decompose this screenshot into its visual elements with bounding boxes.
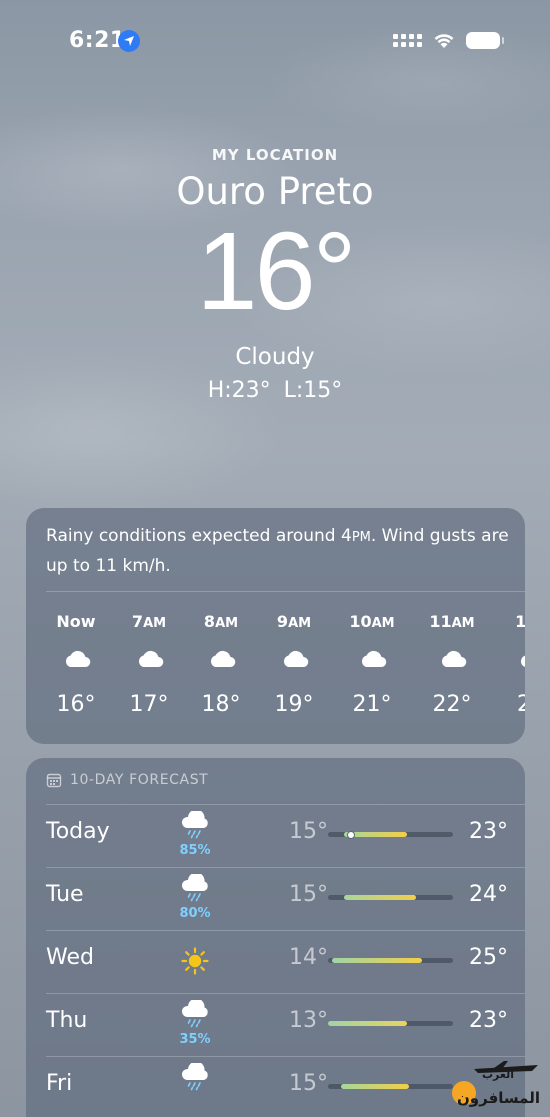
day-name: Fri: [46, 1071, 73, 1096]
temperature-range-fill: [340, 1084, 410, 1089]
temperature-range-track: [328, 895, 453, 900]
status-bar: 6:21: [0, 0, 550, 80]
precipitation-chance: 35%: [179, 1032, 211, 1047]
day-name: Today: [46, 819, 110, 844]
cloud-icon: [361, 650, 387, 668]
hour-icon-wrap: [62, 647, 92, 671]
day-low-temperature: 14°: [289, 945, 328, 970]
day-low-temperature: 15°: [289, 882, 328, 907]
rain-cloud-icon: [181, 1061, 208, 1091]
hour-icon-wrap: [517, 647, 525, 671]
forecast-day-row[interactable]: Thu 35% 13° 23°: [26, 994, 525, 1057]
day-icon-wrap: [178, 872, 212, 902]
temperature-range-fill: [331, 958, 422, 963]
day-high-temperature: 23°: [469, 1008, 508, 1033]
hour-suffix: AM: [451, 616, 475, 631]
hour-temperature: 19°: [274, 692, 314, 717]
day-low-temperature: 13°: [289, 1008, 328, 1033]
cloud-icon: [283, 650, 309, 668]
current-temperature: 16°: [196, 210, 356, 333]
temperature-range-fill: [328, 1021, 407, 1026]
day-icon-wrap: [178, 998, 212, 1028]
calendar-icon: [46, 773, 62, 788]
day-high-temperature: 24°: [469, 882, 508, 907]
hour-temperature: 17°: [129, 692, 169, 717]
current-temperature-dot: [346, 830, 355, 839]
hour-suffix: AM: [371, 616, 395, 631]
hour-temperature: 18°: [201, 692, 241, 717]
forecast-day-row[interactable]: Wed 14° 25°: [26, 931, 525, 994]
cloud-icon: [138, 650, 164, 668]
cloud-icon: [520, 655, 525, 667]
cloud-icon: [441, 650, 467, 668]
hour-temperature: 22: [517, 692, 525, 717]
temperature-range-track: [328, 958, 453, 963]
forecast-day-row[interactable]: Tue 80% 15° 24°: [26, 868, 525, 931]
hourly-forecast-card[interactable]: Rainy conditions expected around 4PM. Wi…: [26, 508, 525, 744]
hour-temperature: 22°: [432, 692, 472, 717]
hour-temperature: 21°: [352, 692, 392, 717]
hour-time: Now: [56, 612, 96, 631]
hour-time: 7AM: [131, 612, 167, 631]
hour-icon-wrap: [438, 647, 468, 671]
city-name: Ouro Preto: [176, 170, 374, 213]
hour-icon-wrap: [135, 647, 165, 671]
day-name: Tue: [46, 882, 84, 907]
cloud-icon: [210, 650, 236, 668]
forecast-day-row[interactable]: Today 85% 15° 23°: [26, 805, 525, 868]
temperature-range-track: [328, 830, 453, 839]
hour-suffix: AM: [215, 616, 239, 631]
cloud-icon: [65, 650, 91, 668]
forecast-header: 10-DAY FORECAST: [46, 772, 208, 788]
hour-suffix: AM: [143, 616, 167, 631]
battery-icon: [466, 31, 504, 49]
temperature-range-fill: [344, 895, 416, 900]
day-icon-wrap: [178, 809, 212, 839]
watermark-logo: العرب المسافرون: [434, 1059, 544, 1111]
day-name: Wed: [46, 945, 94, 970]
hour-icon-wrap: [358, 647, 388, 671]
hour-icon-wrap: [207, 647, 237, 671]
day-name: Thu: [46, 1008, 88, 1033]
wifi-icon: [434, 34, 454, 48]
hourly-scroller[interactable]: Now 16° 7AM 17° 8AM 18° 9AM 19° 10AM 21° 11AM 22° 1 2…: [26, 604, 525, 734]
hour-temperature: 16°: [56, 692, 96, 717]
precipitation-chance: 85%: [179, 843, 211, 858]
rain-cloud-icon: [181, 998, 208, 1028]
weather-condition: Cloudy: [235, 344, 315, 370]
rain-cloud-icon: [181, 872, 208, 902]
day-low-temperature: 15°: [289, 819, 328, 844]
day-high-temperature: 25°: [469, 945, 508, 970]
hour-time: 11AM: [429, 612, 475, 631]
hour-time: 8AM: [203, 612, 239, 631]
day-icon-wrap: [178, 947, 212, 975]
card-divider: [46, 591, 525, 592]
day-low-temperature: 15°: [289, 1071, 328, 1096]
my-location-label: MY LOCATION: [211, 146, 339, 164]
location-arrow-icon: [118, 30, 140, 52]
temperature-range-track: [328, 1021, 453, 1026]
hour-time: 10AM: [349, 612, 395, 631]
high-low-temperature: H:23° L:15°: [207, 378, 343, 403]
hour-icon-wrap: [280, 647, 310, 671]
cellular-signal-icon: [393, 33, 422, 47]
weather-summary: Rainy conditions expected around 4PM. Wi…: [46, 526, 509, 576]
day-icon-wrap: [178, 1061, 212, 1091]
day-high-temperature: 23°: [469, 819, 508, 844]
forecast-header-label: 10-DAY FORECAST: [70, 772, 209, 788]
sun-icon: [181, 947, 209, 975]
precipitation-chance: 80%: [179, 906, 211, 921]
hour-suffix: AM: [288, 616, 312, 631]
hour-time: 12P: [515, 612, 525, 631]
hour-time: 9AM: [276, 612, 312, 631]
rain-cloud-icon: [181, 809, 208, 839]
